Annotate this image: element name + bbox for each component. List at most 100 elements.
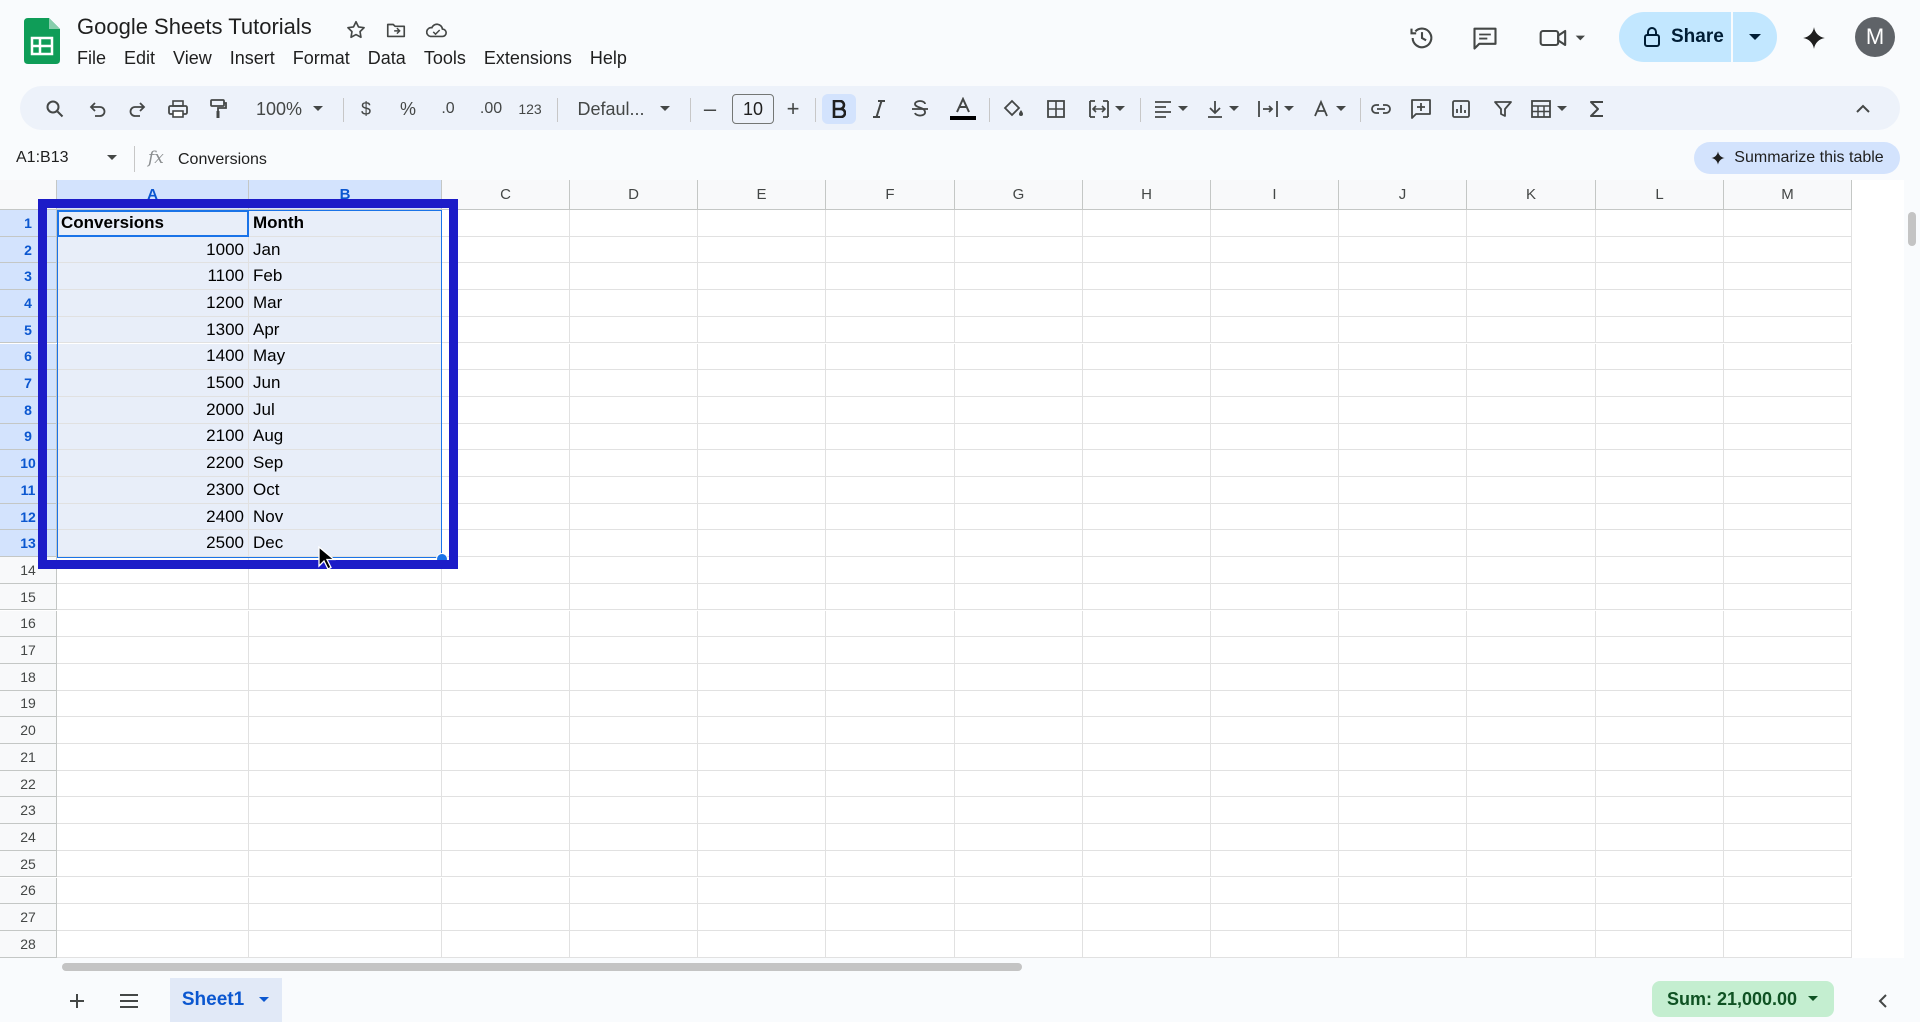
- cell-d9[interactable]: [570, 423, 698, 451]
- cell-l13[interactable]: [1596, 530, 1724, 558]
- cell-h3[interactable]: [1083, 263, 1211, 291]
- row-header-27[interactable]: 27: [0, 904, 57, 931]
- cell-b21[interactable]: [249, 744, 442, 771]
- cell-a3[interactable]: 1100: [57, 263, 249, 291]
- spreadsheet-grid[interactable]: ABCDEFGHIJKLM 1 2 3 4 5 6 7 8 9 10 11 12 13 14 15 16 17 1…: [0, 180, 1904, 958]
- cell-c2[interactable]: [442, 236, 570, 264]
- cell-c12[interactable]: [442, 503, 570, 531]
- cell-m14[interactable]: [1724, 557, 1852, 584]
- cell-d5[interactable]: [570, 316, 698, 344]
- cell-f20[interactable]: [826, 717, 955, 744]
- all-sheets-menu-icon[interactable]: [114, 986, 144, 1016]
- cell-f15[interactable]: [826, 583, 955, 611]
- row-header-22[interactable]: 22: [0, 770, 57, 798]
- version-history-icon[interactable]: [1402, 18, 1442, 58]
- cell-f12[interactable]: [826, 503, 955, 531]
- cell-j5[interactable]: [1339, 316, 1467, 344]
- cell-i1[interactable]: [1211, 210, 1339, 237]
- row-header-19[interactable]: 19: [0, 690, 57, 718]
- column-header-f[interactable]: F: [826, 180, 955, 210]
- side-panel-chevron-left-icon[interactable]: [1868, 986, 1898, 1016]
- cell-e28[interactable]: [698, 930, 826, 958]
- cell-m2[interactable]: [1724, 236, 1852, 264]
- functions-sigma-icon[interactable]: [1584, 94, 1610, 124]
- cell-c27[interactable]: [442, 904, 570, 931]
- cell-e26[interactable]: [698, 877, 826, 905]
- cell-b9[interactable]: Aug: [249, 423, 442, 451]
- cell-e23[interactable]: [698, 797, 826, 825]
- cell-g1[interactable]: [955, 210, 1083, 237]
- cell-l5[interactable]: [1596, 316, 1724, 344]
- cell-h8[interactable]: [1083, 396, 1211, 424]
- cell-i28[interactable]: [1211, 930, 1339, 958]
- column-header-d[interactable]: D: [570, 180, 698, 210]
- cell-a20[interactable]: [57, 717, 249, 744]
- row-header-26[interactable]: 26: [0, 877, 57, 905]
- cell-c6[interactable]: [442, 343, 570, 371]
- document-title[interactable]: Google Sheets Tutorials: [77, 14, 312, 40]
- cell-i17[interactable]: [1211, 637, 1339, 664]
- vertical-align-button[interactable]: [1202, 94, 1244, 124]
- cell-g9[interactable]: [955, 423, 1083, 451]
- cell-l11[interactable]: [1596, 477, 1724, 504]
- cell-b7[interactable]: Jun: [249, 370, 442, 397]
- redo-icon[interactable]: [123, 94, 153, 124]
- cell-d4[interactable]: [570, 290, 698, 317]
- menu-view[interactable]: View: [164, 46, 221, 71]
- comments-icon[interactable]: [1465, 18, 1505, 58]
- cell-c23[interactable]: [442, 797, 570, 825]
- cell-i15[interactable]: [1211, 583, 1339, 611]
- cell-a16[interactable]: [57, 610, 249, 638]
- cell-i14[interactable]: [1211, 557, 1339, 584]
- cell-a2[interactable]: 1000: [57, 236, 249, 264]
- cell-a28[interactable]: [57, 930, 249, 958]
- cell-h4[interactable]: [1083, 290, 1211, 317]
- cell-l22[interactable]: [1596, 770, 1724, 798]
- cell-l16[interactable]: [1596, 610, 1724, 638]
- menu-insert[interactable]: Insert: [221, 46, 284, 71]
- cell-a22[interactable]: [57, 770, 249, 798]
- cell-h5[interactable]: [1083, 316, 1211, 344]
- cell-l8[interactable]: [1596, 396, 1724, 424]
- cell-h20[interactable]: [1083, 717, 1211, 744]
- cell-e2[interactable]: [698, 236, 826, 264]
- cell-l19[interactable]: [1596, 690, 1724, 718]
- cell-i3[interactable]: [1211, 263, 1339, 291]
- cell-g13[interactable]: [955, 530, 1083, 558]
- format-currency-button[interactable]: $: [354, 94, 378, 124]
- cell-i4[interactable]: [1211, 290, 1339, 317]
- cell-k9[interactable]: [1467, 423, 1596, 451]
- italic-icon[interactable]: [866, 94, 892, 124]
- cell-c1[interactable]: [442, 210, 570, 237]
- cell-h17[interactable]: [1083, 637, 1211, 664]
- increase-decimal-button[interactable]: .00: [474, 94, 508, 124]
- cell-g26[interactable]: [955, 877, 1083, 905]
- cell-m17[interactable]: [1724, 637, 1852, 664]
- borders-icon[interactable]: [1041, 94, 1071, 124]
- cell-b23[interactable]: [249, 797, 442, 825]
- cell-f22[interactable]: [826, 770, 955, 798]
- row-header-4[interactable]: 4: [0, 290, 57, 317]
- cell-f26[interactable]: [826, 877, 955, 905]
- cell-m6[interactable]: [1724, 343, 1852, 371]
- cell-j3[interactable]: [1339, 263, 1467, 291]
- gemini-sparkle-icon[interactable]: [1794, 18, 1834, 58]
- menu-extensions[interactable]: Extensions: [475, 46, 581, 71]
- cell-e9[interactable]: [698, 423, 826, 451]
- cell-d16[interactable]: [570, 610, 698, 638]
- font-size-input[interactable]: 10: [732, 94, 774, 124]
- insert-comment-icon[interactable]: [1406, 94, 1436, 124]
- cell-i22[interactable]: [1211, 770, 1339, 798]
- menu-data[interactable]: Data: [359, 46, 415, 71]
- menu-edit[interactable]: Edit: [115, 46, 164, 71]
- cell-g5[interactable]: [955, 316, 1083, 344]
- cell-d15[interactable]: [570, 583, 698, 611]
- cell-d27[interactable]: [570, 904, 698, 931]
- sheet-tab-sheet1[interactable]: Sheet1: [170, 978, 282, 1022]
- cell-c28[interactable]: [442, 930, 570, 958]
- cell-m26[interactable]: [1724, 877, 1852, 905]
- cell-i18[interactable]: [1211, 663, 1339, 691]
- cell-d14[interactable]: [570, 557, 698, 584]
- cell-i12[interactable]: [1211, 503, 1339, 531]
- cell-a17[interactable]: [57, 637, 249, 664]
